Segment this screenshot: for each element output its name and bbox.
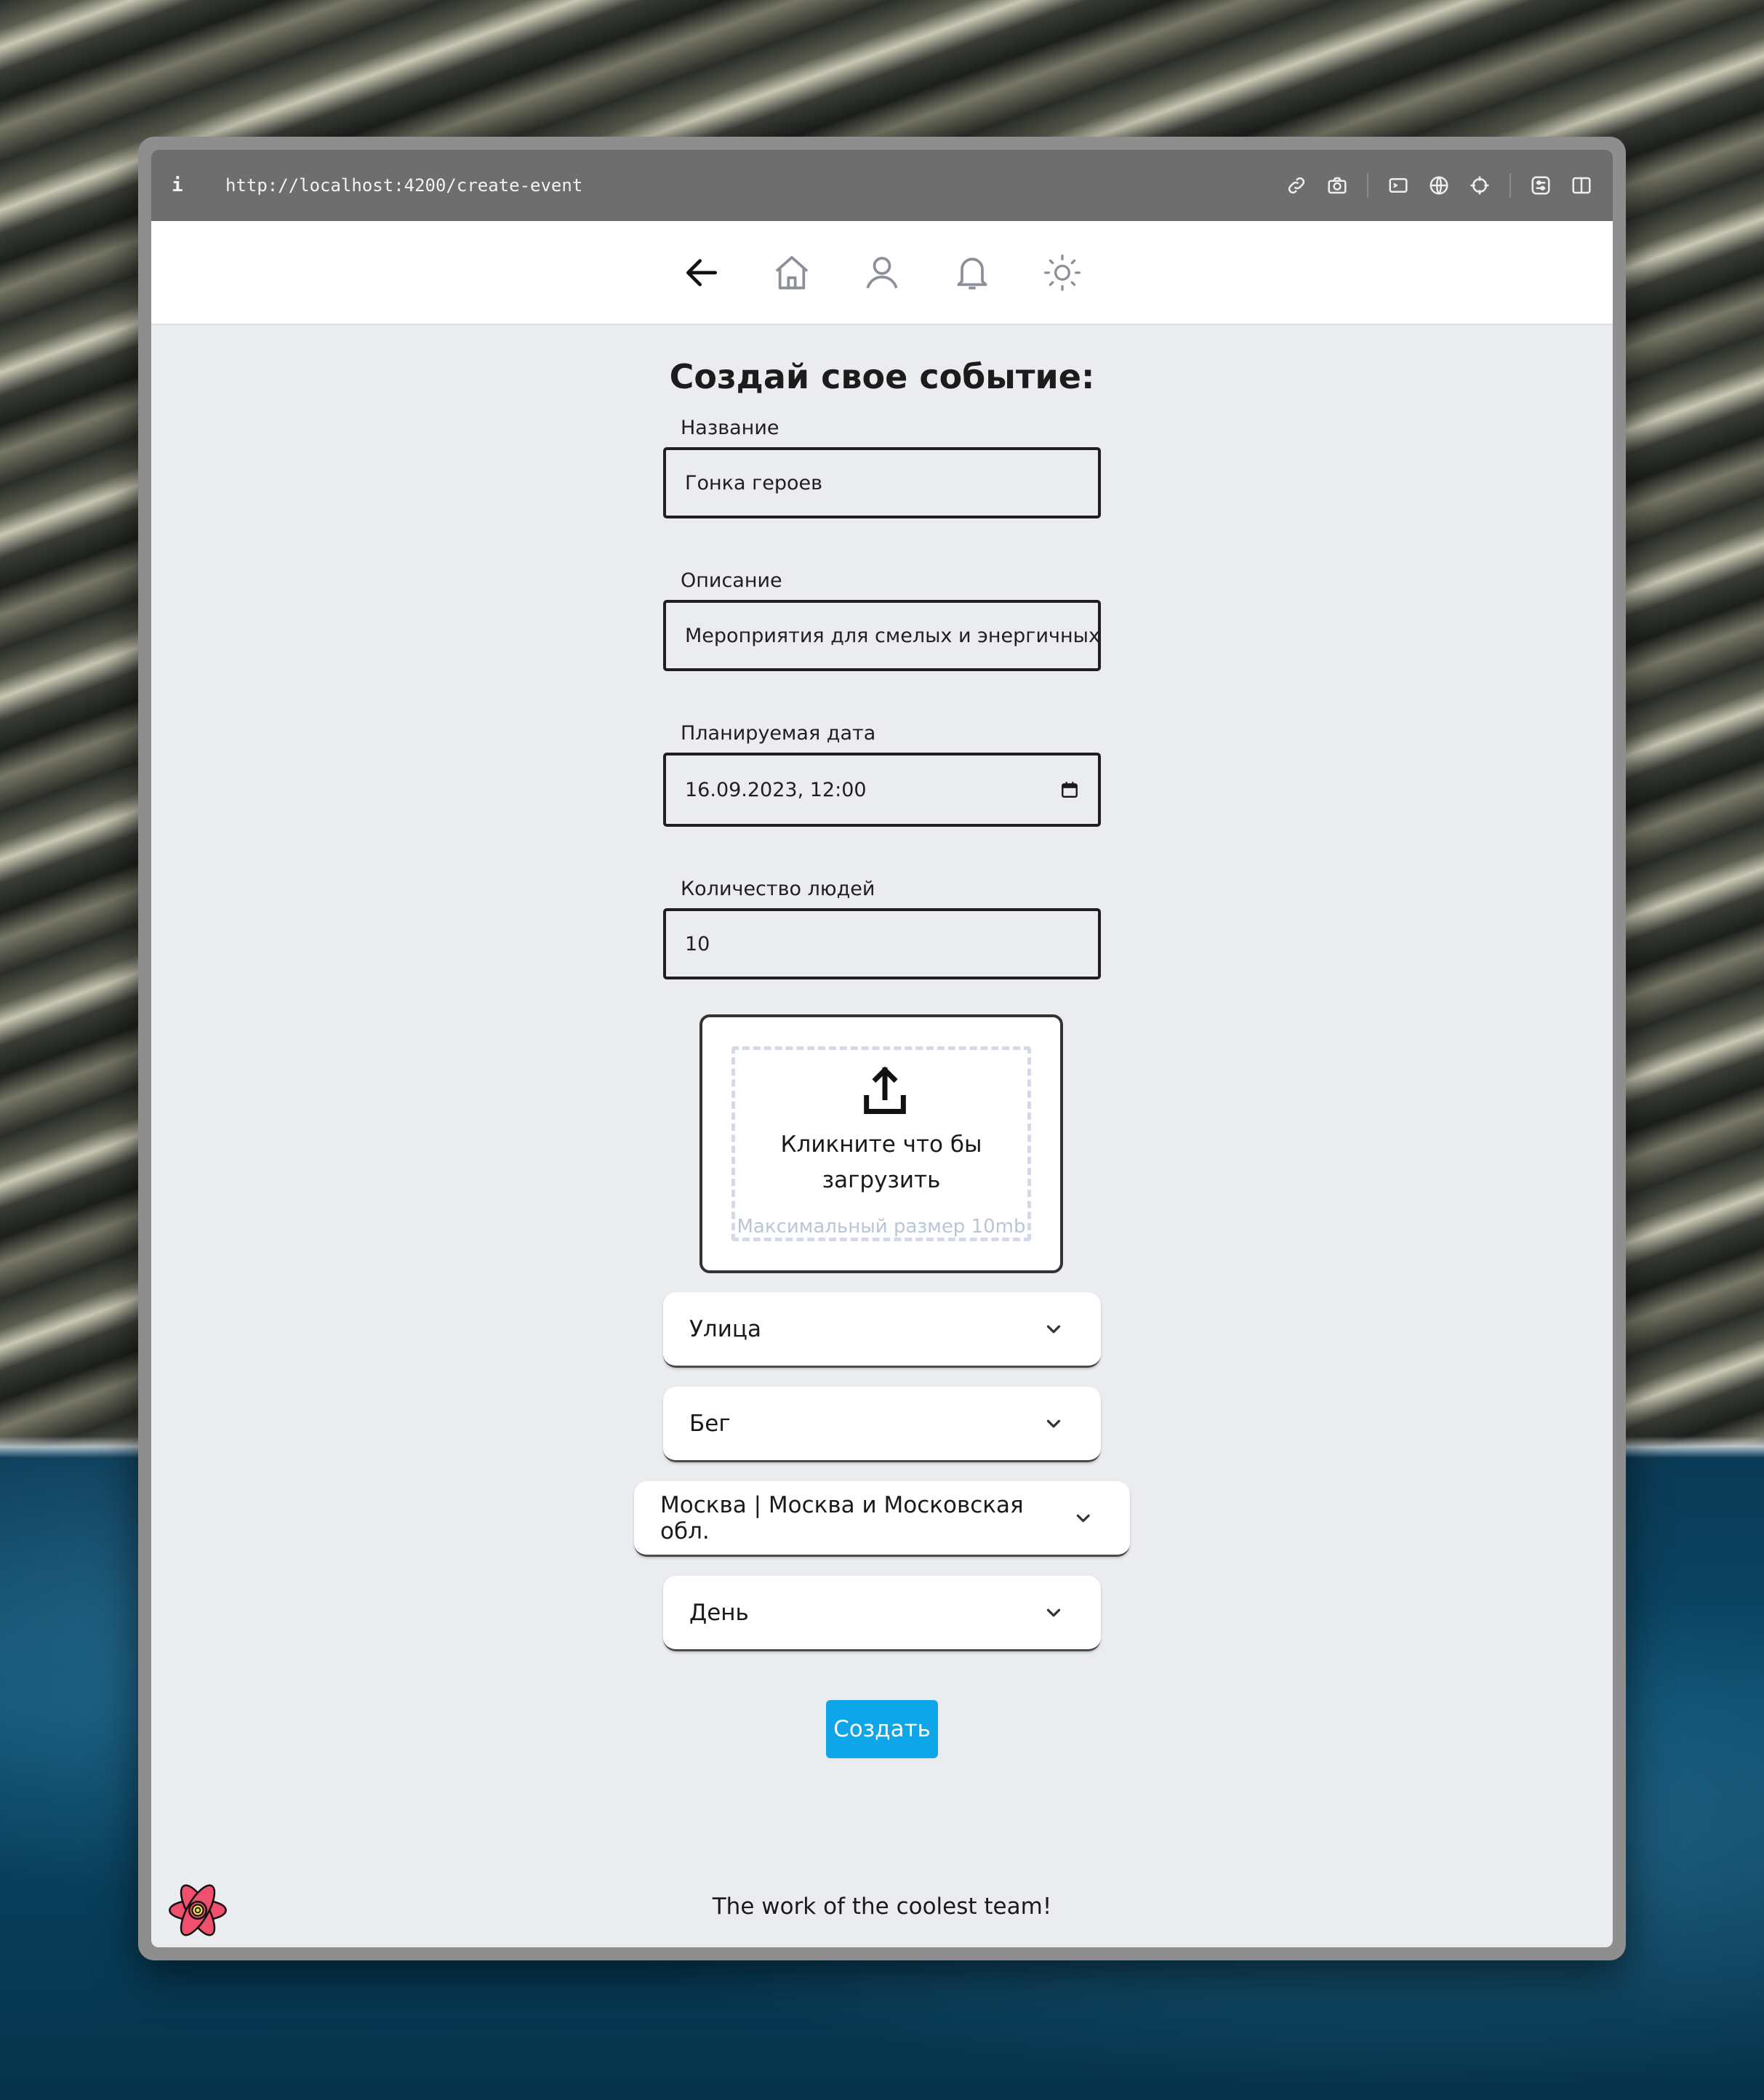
- create-event-page: Создай свое событие: Название Гонка геро…: [151, 325, 1613, 1947]
- description-label: Описание: [681, 569, 782, 592]
- bell-icon[interactable]: [950, 250, 995, 295]
- page-title: Создай свое событие:: [669, 357, 1095, 396]
- chevron-down-icon: [1076, 1514, 1090, 1522]
- info-icon[interactable]: i: [172, 175, 205, 196]
- user-icon[interactable]: [859, 250, 905, 295]
- upload-dashed-area[interactable]: Кликните что бы загрузить Максимальный р…: [731, 1046, 1031, 1241]
- time-select-value: День: [689, 1599, 749, 1626]
- people-field: Количество людей 10: [663, 878, 1101, 979]
- name-field: Название Гонка героев: [663, 417, 1101, 518]
- home-icon[interactable]: [769, 250, 814, 295]
- crosshair-icon[interactable]: [1469, 175, 1491, 196]
- globe-icon[interactable]: [1428, 175, 1450, 196]
- people-label: Количество людей: [681, 878, 875, 900]
- browser-viewport: i http://localhost:4200/create-event Соз…: [151, 150, 1613, 1947]
- upload-icon: [864, 1066, 906, 1114]
- calendar-icon[interactable]: [1060, 780, 1079, 799]
- sun-icon[interactable]: [1040, 250, 1085, 295]
- create-button[interactable]: Создать: [826, 1700, 938, 1758]
- footer-text: The work of the coolest team!: [712, 1893, 1052, 1920]
- name-label: Название: [681, 417, 779, 439]
- upload-dropzone[interactable]: Кликните что бы загрузить Максимальный р…: [699, 1014, 1063, 1273]
- terminal-icon[interactable]: [1387, 175, 1409, 196]
- name-input[interactable]: Гонка героев: [663, 447, 1101, 518]
- people-input[interactable]: 10: [663, 908, 1101, 979]
- back-arrow-icon[interactable]: [679, 250, 724, 295]
- address-bar: i http://localhost:4200/create-event: [151, 150, 1613, 221]
- description-field: Описание Мероприятия для смелых и энерги…: [663, 569, 1101, 671]
- sliders-icon[interactable]: [1530, 175, 1552, 196]
- city-select-value: Москва | Москва и Московская обл.: [660, 1491, 1024, 1544]
- place-select[interactable]: Улица: [663, 1292, 1101, 1368]
- date-input[interactable]: 16.09.2023, 12:00: [663, 753, 1101, 827]
- link-icon[interactable]: [1286, 175, 1307, 196]
- date-field: Планируемая дата 16.09.2023, 12:00: [663, 722, 1101, 827]
- toolbar-divider: [1510, 173, 1511, 198]
- split-view-icon[interactable]: [1571, 175, 1592, 196]
- date-value: 16.09.2023, 12:00: [685, 778, 867, 801]
- category-select-value: Бег: [689, 1410, 731, 1437]
- date-label: Планируемая дата: [681, 722, 876, 745]
- chevron-down-icon: [1046, 1419, 1061, 1427]
- chevron-down-icon: [1046, 1325, 1061, 1333]
- time-select[interactable]: День: [663, 1576, 1101, 1651]
- url-text[interactable]: http://localhost:4200/create-event: [225, 175, 1286, 196]
- description-input[interactable]: Мероприятия для смелых и энергичных,: [663, 600, 1101, 671]
- city-select[interactable]: Москва | Москва и Московская обл.: [634, 1481, 1130, 1557]
- upload-text: Кликните что бы загрузить: [780, 1131, 982, 1193]
- toolbar-divider: [1367, 173, 1368, 198]
- camera-icon[interactable]: [1326, 175, 1348, 196]
- category-select[interactable]: Бег: [663, 1387, 1101, 1462]
- browser-toolbar: [1286, 173, 1592, 198]
- place-select-value: Улица: [689, 1315, 761, 1342]
- upload-size-hint: Максимальный размер 10mb: [737, 1216, 1026, 1238]
- chevron-down-icon: [1046, 1608, 1061, 1616]
- browser-window: i http://localhost:4200/create-event Соз…: [138, 137, 1626, 1960]
- top-navigation: [151, 221, 1613, 325]
